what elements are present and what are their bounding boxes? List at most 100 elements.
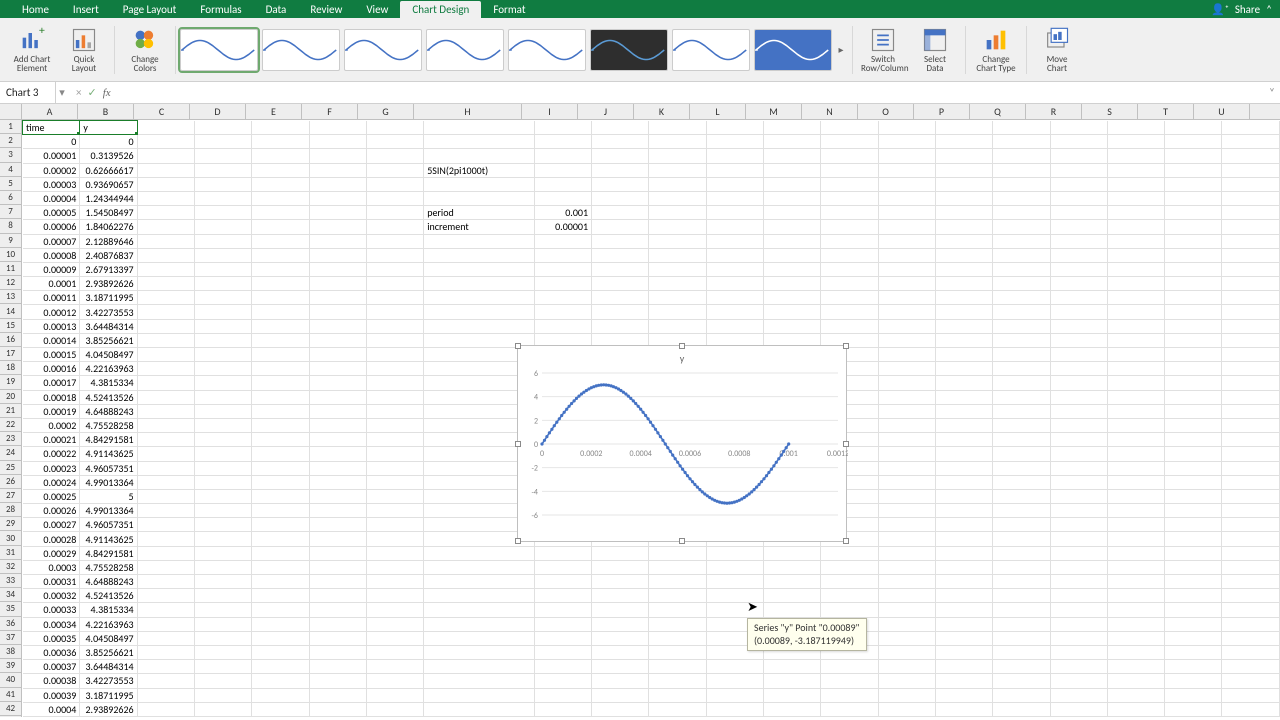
cell-F20[interactable] (309, 390, 366, 404)
cell-S8[interactable] (1107, 220, 1164, 234)
cell-T29[interactable] (1165, 518, 1222, 532)
cell-M11[interactable] (763, 262, 820, 276)
cell-O39[interactable] (878, 660, 935, 674)
cell-J32[interactable] (592, 560, 649, 574)
cell-A24[interactable]: 0.00022 (23, 447, 80, 461)
cell-U16[interactable] (1222, 333, 1280, 347)
cell-E39[interactable] (252, 660, 309, 674)
cell-T24[interactable] (1165, 447, 1222, 461)
cell-H13[interactable] (424, 291, 535, 305)
cell-G17[interactable] (366, 348, 423, 362)
cell-A28[interactable]: 0.00026 (23, 504, 80, 518)
cell-E7[interactable] (252, 206, 309, 220)
row-header-41[interactable]: 41 (0, 688, 21, 702)
cell-H5[interactable] (424, 177, 535, 191)
cell-S12[interactable] (1107, 277, 1164, 291)
column-header-L[interactable]: L (690, 104, 746, 119)
cell-T7[interactable] (1165, 206, 1222, 220)
cell-E9[interactable] (252, 234, 309, 248)
cell-F8[interactable] (309, 220, 366, 234)
cell-D28[interactable] (194, 504, 251, 518)
cell-D19[interactable] (194, 376, 251, 390)
cell-A12[interactable]: 0.0001 (23, 277, 80, 291)
cell-J4[interactable] (592, 163, 649, 177)
cell-B35[interactable]: 4.3815334 (80, 603, 137, 617)
cell-K32[interactable] (649, 560, 706, 574)
cell-R4[interactable] (1050, 163, 1107, 177)
cell-K4[interactable] (649, 163, 706, 177)
cell-P2[interactable] (935, 135, 992, 149)
cell-E4[interactable] (252, 163, 309, 177)
cell-O36[interactable] (878, 617, 935, 631)
cell-R42[interactable] (1050, 702, 1107, 716)
cell-R37[interactable] (1050, 631, 1107, 645)
cell-A38[interactable]: 0.00036 (23, 645, 80, 659)
cell-H7[interactable]: period (424, 206, 535, 220)
cell-E38[interactable] (252, 645, 309, 659)
cell-N34[interactable] (821, 589, 878, 603)
cell-B24[interactable]: 4.91143625 (80, 447, 137, 461)
cell-K1[interactable] (649, 121, 706, 135)
cell-S17[interactable] (1107, 348, 1164, 362)
cell-Q30[interactable] (993, 532, 1050, 546)
cell-C30[interactable] (137, 532, 194, 546)
cell-T21[interactable] (1165, 404, 1222, 418)
cell-I41[interactable] (534, 688, 591, 702)
cell-F33[interactable] (309, 575, 366, 589)
cell-D21[interactable] (194, 404, 251, 418)
cell-J14[interactable] (592, 305, 649, 319)
cell-S26[interactable] (1107, 475, 1164, 489)
cell-P1[interactable] (935, 121, 992, 135)
cell-J38[interactable] (592, 645, 649, 659)
tab-page-layout[interactable]: Page Layout (111, 1, 189, 18)
cell-T1[interactable] (1165, 121, 1222, 135)
cell-S31[interactable] (1107, 546, 1164, 560)
embedded-chart[interactable]: y -6-4-2024600.00020.00040.00060.00080.0… (517, 345, 847, 542)
cell-R35[interactable] (1050, 603, 1107, 617)
cell-B32[interactable]: 4.75528258 (80, 560, 137, 574)
cell-U3[interactable] (1222, 149, 1280, 163)
cell-A1[interactable]: time (23, 121, 80, 135)
cell-A6[interactable]: 0.00004 (23, 191, 80, 205)
cell-H34[interactable] (424, 589, 535, 603)
cell-U18[interactable] (1222, 362, 1280, 376)
cell-S20[interactable] (1107, 390, 1164, 404)
cell-U8[interactable] (1222, 220, 1280, 234)
cell-B18[interactable]: 4.22163963 (80, 362, 137, 376)
row-header-23[interactable]: 23 (0, 432, 21, 446)
cell-T27[interactable] (1165, 489, 1222, 503)
cell-D34[interactable] (194, 589, 251, 603)
cell-A3[interactable]: 0.00001 (23, 149, 80, 163)
cell-N39[interactable] (821, 660, 878, 674)
cell-N6[interactable] (821, 191, 878, 205)
cell-C13[interactable] (137, 291, 194, 305)
select-all-corner[interactable] (0, 104, 22, 119)
column-header-T[interactable]: T (1138, 104, 1194, 119)
cell-T26[interactable] (1165, 475, 1222, 489)
row-header-29[interactable]: 29 (0, 517, 21, 531)
row-header-31[interactable]: 31 (0, 546, 21, 560)
cell-T23[interactable] (1165, 433, 1222, 447)
cell-R3[interactable] (1050, 149, 1107, 163)
cell-A21[interactable]: 0.00019 (23, 404, 80, 418)
cell-O6[interactable] (878, 191, 935, 205)
cell-I9[interactable] (534, 234, 591, 248)
cell-Q10[interactable] (993, 248, 1050, 262)
cell-E17[interactable] (252, 348, 309, 362)
column-header-Q[interactable]: Q (970, 104, 1026, 119)
cell-D11[interactable] (194, 262, 251, 276)
cell-B14[interactable]: 3.42273553 (80, 305, 137, 319)
cell-I12[interactable] (534, 277, 591, 291)
cell-J33[interactable] (592, 575, 649, 589)
cell-U20[interactable] (1222, 390, 1280, 404)
cell-I13[interactable] (534, 291, 591, 305)
cell-H12[interactable] (424, 277, 535, 291)
change-colors-button[interactable]: Change Colors (123, 26, 167, 74)
cell-C37[interactable] (137, 631, 194, 645)
cell-B23[interactable]: 4.84291581 (80, 433, 137, 447)
cell-H37[interactable] (424, 631, 535, 645)
cell-N9[interactable] (821, 234, 878, 248)
cell-T34[interactable] (1165, 589, 1222, 603)
cell-G40[interactable] (366, 674, 423, 688)
cell-T17[interactable] (1165, 348, 1222, 362)
